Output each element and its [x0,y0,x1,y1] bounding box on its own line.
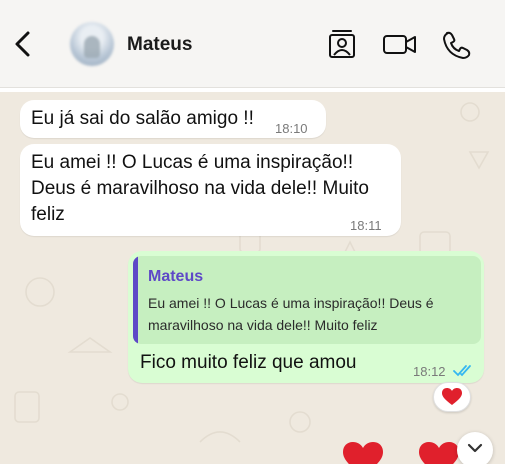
message-reaction[interactable] [433,382,471,412]
contact-name[interactable]: Mateus [127,34,192,56]
quoted-message[interactable]: Mateus Eu amei !! O Lucas é uma inspiraç… [133,256,481,344]
phone-icon[interactable] [440,28,472,60]
message-text: Eu já sai do salão amigo !! [31,108,254,129]
chevron-down-icon [467,443,483,453]
contact-avatar[interactable] [70,22,114,66]
back-chevron-icon[interactable] [12,30,34,58]
double-check-icon [453,365,471,377]
heart-icon [419,442,459,464]
message-time: 18:11 [350,218,382,233]
scroll-to-bottom-button[interactable] [457,432,493,464]
quoted-text: Eu amei !! O Lucas é uma inspiração!! De… [148,295,434,333]
message-text: Fico muito feliz que amou [140,352,357,373]
contact-card-icon[interactable] [326,28,358,60]
heart-icon [343,442,383,464]
incoming-message[interactable]: Eu já sai do salão amigo !! 18:10 [20,100,326,138]
message-text: Eu amei !! O Lucas é uma inspiração!! De… [31,152,369,225]
message-time: 18:12 [413,364,446,379]
message-time: 18:10 [275,121,308,136]
quoted-author: Mateus [148,268,204,285]
incoming-message[interactable]: Eu amei !! O Lucas é uma inspiração!! De… [20,144,401,236]
chat-header: Mateus [0,0,505,88]
quote-accent-bar [133,256,138,344]
video-call-icon[interactable] [382,28,418,60]
heart-icon [442,388,462,405]
header-separator [0,88,505,92]
